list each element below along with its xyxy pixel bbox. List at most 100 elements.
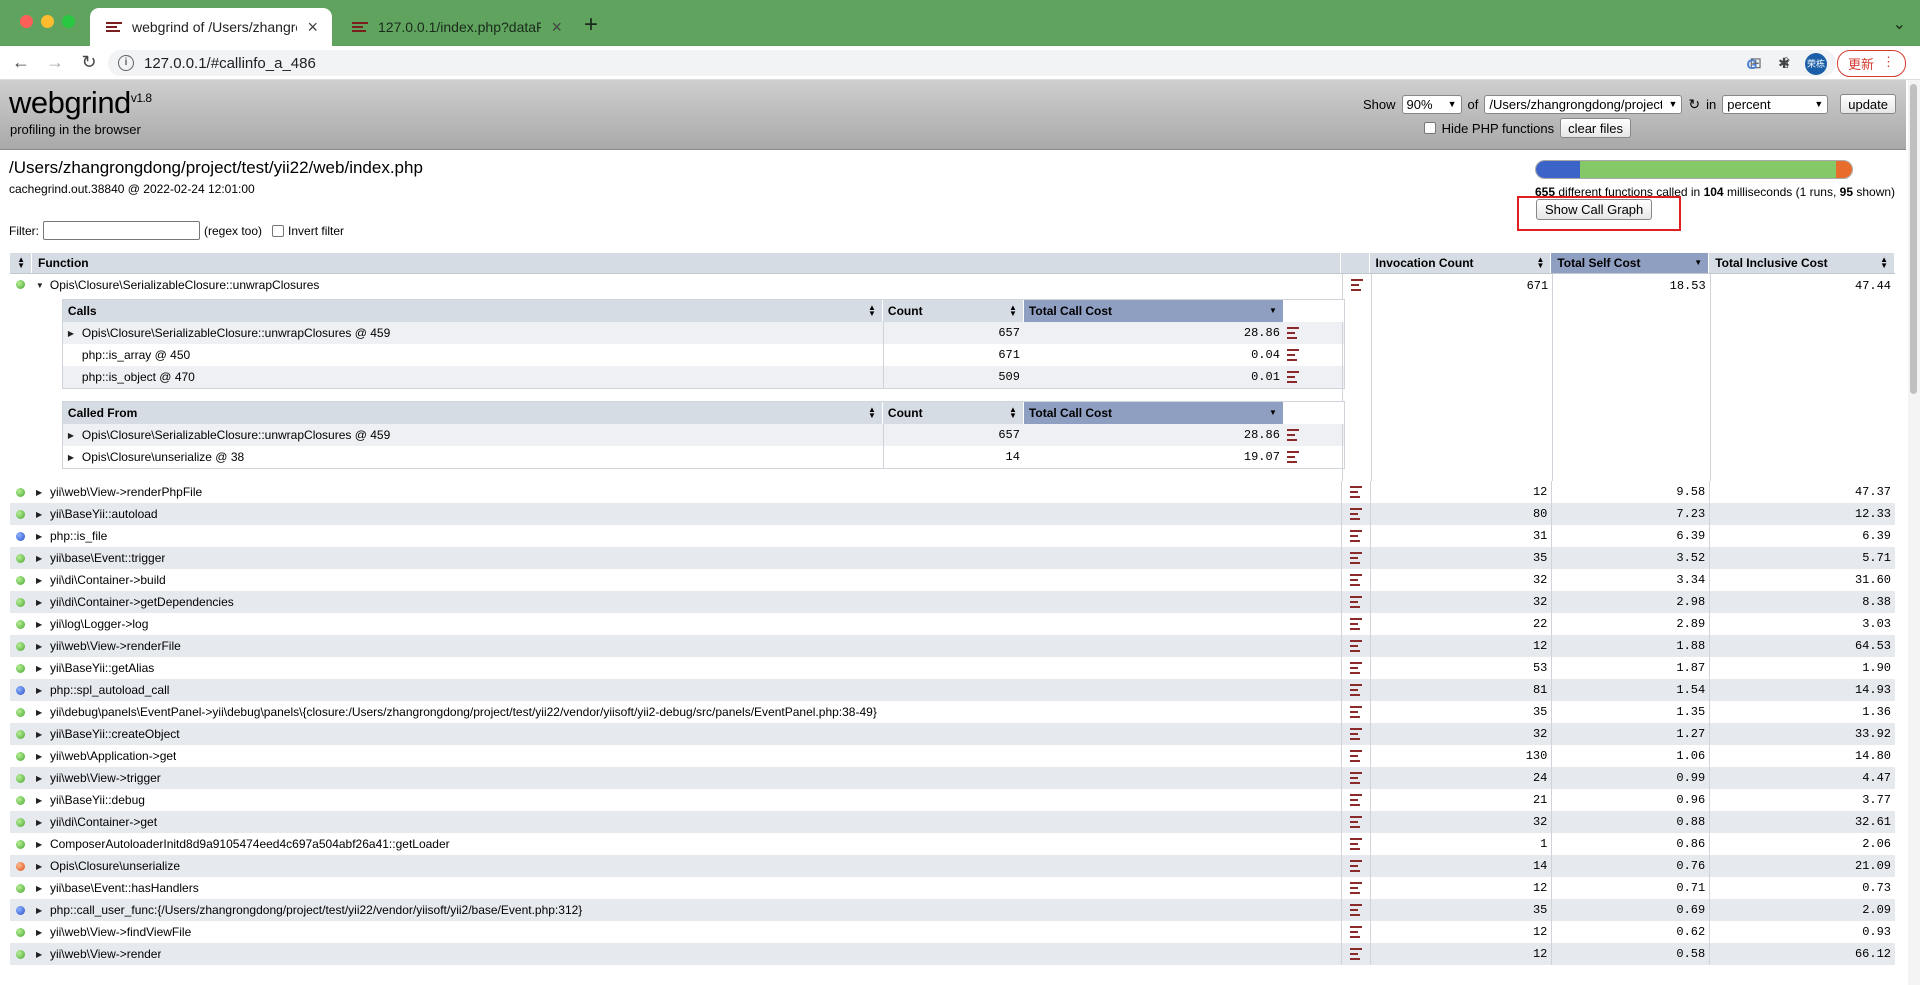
- close-tab-icon[interactable]: ×: [551, 18, 562, 36]
- total-self-cost-header[interactable]: Total Self Cost ▼: [1551, 253, 1710, 273]
- expand-triangle-icon[interactable]: ▶: [36, 950, 44, 959]
- table-row[interactable]: ▶ yii\web\View->findViewFile 12 0.62 0.93: [10, 921, 1895, 943]
- extensions-puzzle-icon[interactable]: ✱: [1773, 53, 1795, 75]
- caller-row[interactable]: ▶ Opis\Closure\unserialize @ 38 14 19.07: [63, 446, 1344, 468]
- count-header[interactable]: Count ▲ ▼: [883, 402, 1024, 424]
- file-list-icon[interactable]: [1349, 574, 1362, 586]
- file-list-icon[interactable]: [1349, 486, 1362, 498]
- expand-triangle-icon[interactable]: ▶: [36, 488, 44, 497]
- file-select[interactable]: /Users/zhangrongdong/project ▼: [1484, 94, 1683, 114]
- table-row[interactable]: ▶ yii\base\Event::hasHandlers 12 0.71 0.73: [10, 877, 1895, 899]
- sort-type-header[interactable]: ▲ ▼: [10, 253, 32, 273]
- called-from-header[interactable]: Called From ▲ ▼: [63, 402, 883, 424]
- expand-triangle-icon[interactable]: ▶: [36, 906, 44, 915]
- table-row[interactable]: ▶ yii\base\Event::trigger 35 3.52 5.71: [10, 547, 1895, 569]
- expand-triangle-icon[interactable]: ▶: [36, 664, 44, 673]
- expand-triangle-icon[interactable]: ▶: [36, 884, 44, 893]
- expand-triangle-icon[interactable]: ▶: [36, 532, 44, 541]
- count-header[interactable]: Count ▲ ▼: [883, 300, 1024, 322]
- table-row[interactable]: ▶ yii\web\View->renderPhpFile 12 9.58 47.37: [10, 481, 1895, 503]
- expand-triangle-icon[interactable]: ▶: [36, 576, 44, 585]
- caller-row[interactable]: ▶ Opis\Closure\SerializableClosure::unwra…: [62, 424, 1344, 446]
- total-call-cost-header[interactable]: Total Call Cost ▼: [1023, 300, 1284, 322]
- file-list-icon[interactable]: [1349, 926, 1362, 938]
- expand-triangle-icon[interactable]: ▶: [36, 928, 44, 937]
- browser-update-button[interactable]: 更新 ⋮: [1836, 50, 1906, 77]
- table-row[interactable]: ▶ yii\log\Logger->log 22 2.89 3.03: [10, 613, 1895, 635]
- filter-input[interactable]: [43, 221, 200, 240]
- function-name-toggle[interactable]: ▼ Opis\Closure\SerializableClosure::unwr…: [32, 274, 1342, 296]
- callee-row[interactable]: php::is_array @ 450 671 0.04: [63, 344, 1344, 366]
- expand-triangle-icon[interactable]: ▶: [36, 708, 44, 717]
- maximize-window-button[interactable]: [62, 15, 75, 28]
- total-call-cost-header[interactable]: Total Call Cost ▼: [1023, 402, 1284, 424]
- refresh-icon[interactable]: ↻: [1688, 96, 1700, 113]
- close-tab-icon[interactable]: ×: [307, 18, 318, 36]
- profile-avatar[interactable]: 荣栋: [1804, 52, 1827, 75]
- update-button[interactable]: update: [1840, 94, 1896, 114]
- file-list-icon[interactable]: [1349, 904, 1362, 916]
- table-row[interactable]: ▶ yii\BaseYii::autoload 80 7.23 12.33: [10, 503, 1895, 525]
- expand-triangle-icon[interactable]: ▶: [36, 862, 44, 871]
- percent-select[interactable]: 90% ▼: [1401, 94, 1462, 114]
- table-row[interactable]: ▶ php::is_file 31 6.39 6.39: [10, 525, 1895, 547]
- page-scrollbar[interactable]: [1908, 80, 1920, 985]
- file-list-icon[interactable]: [1349, 816, 1362, 828]
- forward-arrow-icon[interactable]: →: [42, 52, 68, 73]
- browser-tab[interactable]: 127.0.0.1/index.php?dataFile=c ×: [336, 8, 576, 46]
- table-row[interactable]: ▶ yii\web\View->renderFile 12 1.88 64.53: [10, 635, 1895, 657]
- file-list-icon[interactable]: [1349, 530, 1362, 542]
- file-list-icon[interactable]: [1349, 750, 1362, 762]
- table-row[interactable]: ▶ yii\web\Application->get 130 1.06 14.80: [10, 745, 1895, 767]
- file-list-icon[interactable]: [1349, 838, 1362, 850]
- file-list-icon[interactable]: [1286, 451, 1299, 463]
- total-inclusive-cost-header[interactable]: Total Inclusive Cost ▲ ▼: [1709, 253, 1896, 273]
- clear-files-button[interactable]: clear files: [1560, 118, 1631, 138]
- file-list-icon[interactable]: [1350, 279, 1363, 291]
- table-row[interactable]: ▶ ComposerAutoloaderInitd8d9a9105474eed4c…: [10, 833, 1895, 855]
- tab-search-chevron-icon[interactable]: ⌄: [1893, 14, 1906, 34]
- file-list-icon[interactable]: [1349, 728, 1362, 740]
- expand-triangle-icon[interactable]: ▶: [36, 730, 44, 739]
- callee-row[interactable]: ▶ Opis\Closure\SerializableClosure::unwra…: [62, 322, 1344, 344]
- scrollbar-thumb[interactable]: [1910, 84, 1917, 394]
- file-list-icon[interactable]: [1286, 429, 1299, 441]
- table-row[interactable]: ▶ yii\web\View->render 12 0.58 66.12: [10, 943, 1895, 965]
- table-row[interactable]: ▶ yii\di\Container->get 32 0.88 32.61: [10, 811, 1895, 833]
- file-list-icon[interactable]: [1349, 684, 1362, 696]
- table-row[interactable]: ▶ yii\di\Container->getDependencies 32 2.98…: [10, 591, 1895, 613]
- close-window-button[interactable]: [20, 15, 33, 28]
- invocation-count-header[interactable]: Invocation Count ▲ ▼: [1370, 253, 1552, 273]
- table-row[interactable]: ▶ yii\web\View->trigger 24 0.99 4.47: [10, 767, 1895, 789]
- table-row[interactable]: ▶ php::call_user_func:{/Users/zhangrongdo…: [10, 899, 1895, 921]
- table-row[interactable]: ▶ Opis\Closure\unserialize 14 0.76 21.09: [10, 855, 1895, 877]
- new-tab-icon[interactable]: +: [584, 11, 598, 39]
- expand-triangle-icon[interactable]: ▶: [36, 620, 44, 629]
- invert-filter-checkbox[interactable]: [272, 224, 285, 237]
- file-list-icon[interactable]: [1349, 948, 1362, 960]
- minimize-window-button[interactable]: [41, 15, 54, 28]
- file-list-icon[interactable]: [1349, 662, 1362, 674]
- reload-icon[interactable]: ↻: [76, 52, 102, 73]
- file-list-icon[interactable]: [1349, 508, 1362, 520]
- function-header[interactable]: Function: [32, 253, 1341, 273]
- table-row[interactable]: ▶ php::spl_autoload_call 81 1.54 14.93: [10, 679, 1895, 701]
- file-list-icon[interactable]: [1349, 706, 1362, 718]
- table-row[interactable]: ▶ yii\di\Container->build 32 3.34 31.60: [10, 569, 1895, 591]
- file-list-icon[interactable]: [1349, 772, 1362, 784]
- file-list-icon[interactable]: [1349, 618, 1362, 630]
- file-list-icon[interactable]: [1349, 794, 1362, 806]
- file-list-icon[interactable]: [1349, 640, 1362, 652]
- expand-triangle-icon[interactable]: ▶: [36, 598, 44, 607]
- file-list-icon[interactable]: [1349, 596, 1362, 608]
- table-row[interactable]: ▶ yii\BaseYii::debug 21 0.96 3.77: [10, 789, 1895, 811]
- calls-header[interactable]: Calls ▲ ▼: [63, 300, 883, 322]
- site-info-icon[interactable]: i: [118, 55, 134, 71]
- expand-triangle-icon[interactable]: ▶: [36, 554, 44, 563]
- file-list-icon[interactable]: [1286, 349, 1299, 361]
- browser-tab-active[interactable]: webgrind of /Users/zhangrongd ×: [90, 8, 332, 46]
- expand-triangle-icon[interactable]: ▶: [36, 840, 44, 849]
- table-row[interactable]: ▶ yii\debug\panels\EventPanel->yii\debug\…: [10, 701, 1895, 723]
- back-arrow-icon[interactable]: ←: [8, 52, 34, 73]
- unit-select[interactable]: percent ▼: [1722, 94, 1829, 114]
